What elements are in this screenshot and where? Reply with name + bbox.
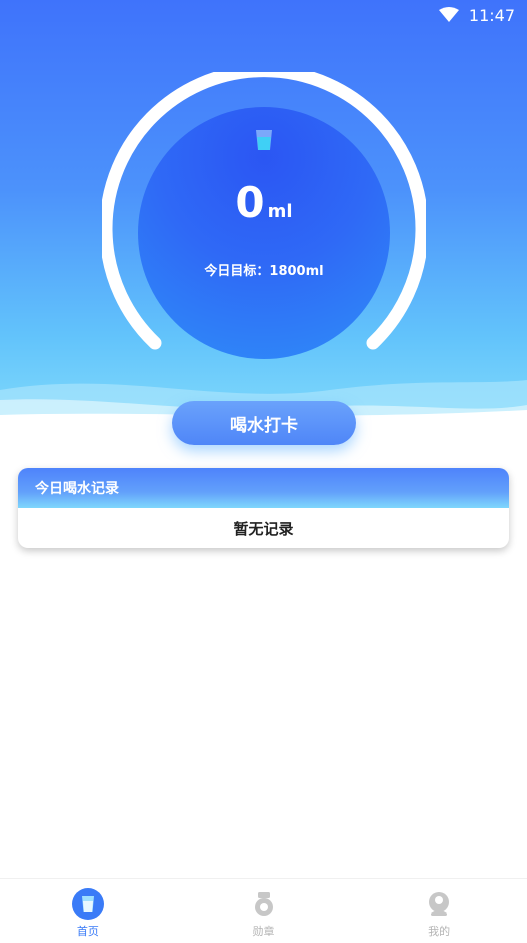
nav-label-medal: 勋章 <box>252 925 275 938</box>
daily-goal: 今日目标：1800ml <box>204 264 324 279</box>
intake-unit: ml <box>267 201 293 222</box>
nav-item-medal[interactable]: 勋章 <box>176 879 352 943</box>
intake-amount: 0 ml <box>138 178 390 227</box>
record-card: 今日喝水记录 暂无记录 <box>18 468 509 548</box>
nav-item-home[interactable]: 首页 <box>0 879 176 943</box>
profile-icon <box>422 887 456 921</box>
cup-icon <box>256 130 272 150</box>
nav-label-home: 首页 <box>76 925 99 938</box>
medal-icon <box>247 887 281 921</box>
record-title: 今日喝水记录 <box>18 468 509 508</box>
nav-label-profile: 我的 <box>428 925 451 938</box>
checkin-button[interactable]: 喝水打卡 <box>172 401 356 445</box>
cup-icon <box>71 887 105 921</box>
status-bar: 11:47 <box>0 0 527 30</box>
bottom-nav: 首页 勋章 我的 <box>0 878 527 943</box>
wifi-icon <box>438 7 459 22</box>
nav-item-profile[interactable]: 我的 <box>351 879 527 943</box>
intake-value: 0 <box>235 178 266 227</box>
status-time: 11:47 <box>468 5 515 25</box>
empty-record-text: 暂无记录 <box>233 519 294 538</box>
